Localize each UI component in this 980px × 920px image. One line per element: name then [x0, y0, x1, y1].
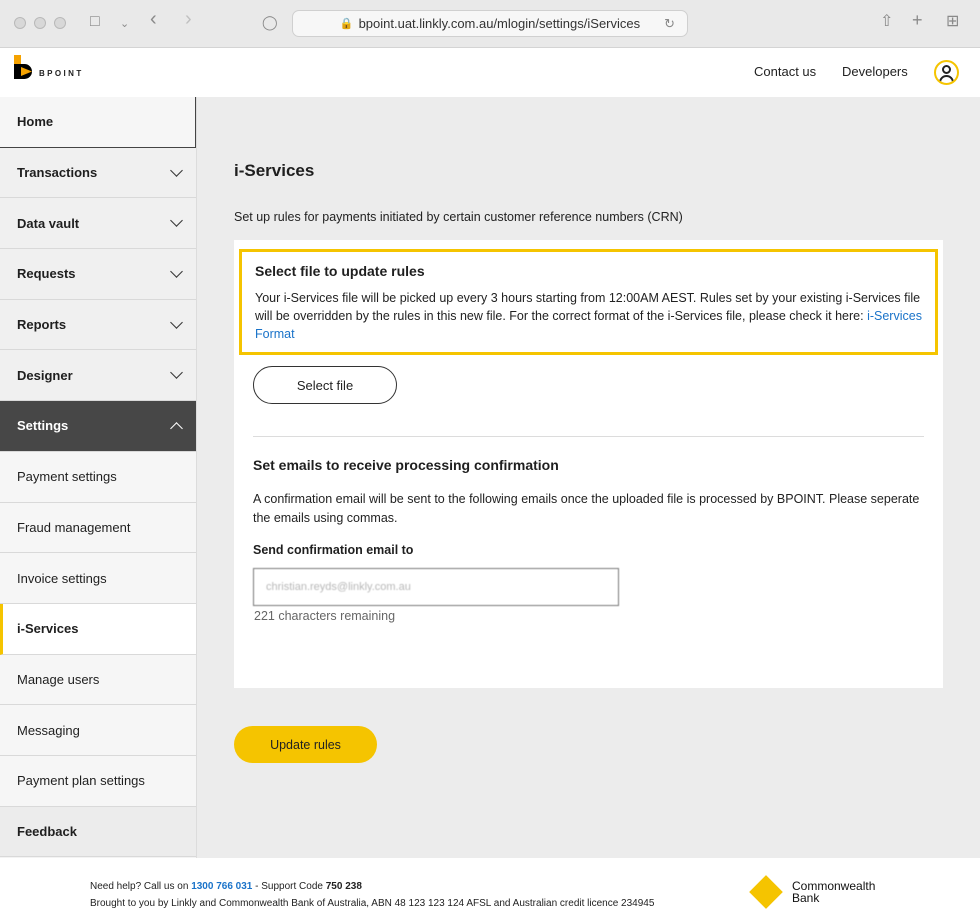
sidebar-nav: Home Transactions Data vault Requests Re…	[0, 97, 197, 858]
sidebar-item-label: Settings	[17, 418, 69, 434]
sidebar-item-settings[interactable]: Settings	[0, 401, 196, 452]
file-section-title: Select file to update rules	[255, 263, 425, 279]
bpoint-logo-mark	[14, 55, 36, 79]
browser-toolbar: □ ⌄ ‹ › ◯ 🔒 bpoint.uat.linkly.com.au/mlo…	[0, 0, 980, 48]
lock-icon: 🔒	[339, 18, 354, 30]
sidebar-item-requests[interactable]: Requests	[0, 249, 196, 300]
sidebar-item-label: Payment settings	[17, 469, 117, 485]
sidebar-item-label: Payment plan settings	[17, 773, 145, 789]
sidebar-item-label: Invoice settings	[17, 570, 107, 586]
sidebar-item-i-services[interactable]: i-Services	[0, 603, 196, 655]
chevron-down-icon	[170, 265, 183, 278]
sidebar-item-invoice-settings[interactable]: Invoice settings	[0, 553, 196, 604]
chevron-down-icon[interactable]: ⌄	[120, 14, 129, 34]
chevron-down-icon	[170, 366, 183, 380]
new-tab-icon[interactable]: +	[912, 10, 923, 30]
chevron-down-icon	[170, 315, 183, 329]
sidebar-item-transactions[interactable]: Transactions	[0, 147, 196, 199]
developers-link[interactable]: Developers	[842, 64, 908, 79]
sidebar-item-label: i-Services	[17, 621, 79, 637]
cba-diamond-icon	[749, 875, 783, 909]
characters-remaining: 221 characters remaining	[254, 609, 396, 623]
sidebar-item-label: Designer	[17, 367, 73, 383]
footer-legal: Brought to you by Linkly and Commonwealt…	[90, 898, 655, 909]
sidebar-item-label: Messaging	[17, 722, 80, 738]
minimize-window-button[interactable]	[34, 17, 46, 29]
sidebar-item-home[interactable]: Home	[0, 97, 196, 148]
site-footer: Need help? Call us on 1300 766 031 - Sup…	[0, 858, 980, 920]
address-bar[interactable]: 🔒 bpoint.uat.linkly.com.au/mlogin/settin…	[292, 10, 688, 37]
commonwealth-bank-logo: Commonwealth Bank	[749, 875, 875, 909]
footer-help-prefix: Need help? Call us on	[90, 881, 192, 892]
tab-overview-icon[interactable]: ⊞	[946, 12, 959, 32]
back-icon[interactable]: ‹	[150, 9, 157, 29]
close-window-button[interactable]	[14, 17, 26, 29]
page-intro: Set up rules for payments initiated by c…	[234, 210, 683, 224]
contact-us-link[interactable]: Contact us	[754, 64, 816, 79]
sidebar-item-payment-plan-settings[interactable]: Payment plan settings	[0, 755, 196, 807]
bpoint-logo[interactable]: BPOINT	[14, 55, 84, 79]
sidebar-item-label: Fraud management	[17, 519, 131, 535]
footer-help: Need help? Call us on 1300 766 031 - Sup…	[90, 881, 362, 892]
support-code: 750 238	[325, 881, 362, 892]
update-rules-button[interactable]: Update rules	[234, 726, 377, 763]
sidebar-item-label: Reports	[17, 317, 67, 333]
share-icon[interactable]: ⇧	[880, 12, 893, 32]
chevron-down-icon	[170, 163, 183, 177]
select-file-button[interactable]: Select file	[253, 366, 397, 404]
sidebar-item-payment-settings[interactable]: Payment settings	[0, 451, 196, 503]
page-title: i-Services	[234, 161, 315, 180]
support-phone-link[interactable]: 1300 766 031	[191, 881, 252, 892]
logo-text: BPOINT	[39, 69, 84, 78]
sidebar-item-label: Manage users	[17, 671, 100, 687]
forward-icon[interactable]: ›	[185, 9, 192, 29]
sidebar-item-messaging[interactable]: Messaging	[0, 705, 196, 756]
chevron-up-icon	[170, 422, 183, 435]
sidebar-item-reports[interactable]: Reports	[0, 299, 196, 351]
sidebar-item-feedback[interactable]: Feedback	[0, 806, 196, 858]
sidebar-item-designer[interactable]: Designer	[0, 350, 196, 402]
sidebar-item-label: Home	[17, 114, 54, 130]
file-section-description: Your i-Services file will be picked up e…	[255, 291, 921, 323]
email-section-title: Set emails to receive processing confirm…	[253, 457, 559, 473]
user-account-icon[interactable]	[934, 60, 959, 85]
email-field-label: Send confirmation email to	[253, 543, 414, 557]
email-section-text: A confirmation email will be sent to the…	[253, 492, 920, 525]
sidebar-item-label: Data vault	[17, 215, 80, 231]
site-header: BPOINT Contact us Developers	[0, 48, 980, 97]
cba-line2: Bank	[792, 891, 820, 905]
chevron-down-icon	[170, 214, 183, 228]
sidebar-toggle-icon[interactable]: □	[90, 12, 100, 32]
sidebar-item-label: Transactions	[17, 165, 98, 181]
zoom-window-button[interactable]	[54, 17, 66, 29]
file-section-text: Your i-Services file will be picked up e…	[255, 289, 922, 343]
footer-support-prefix: - Support Code	[252, 881, 326, 892]
section-divider	[253, 436, 924, 437]
url-text: bpoint.uat.linkly.com.au/mlogin/settings…	[358, 16, 641, 31]
cba-text: Commonwealth Bank	[792, 880, 875, 904]
sidebar-item-manage-users[interactable]: Manage users	[0, 654, 196, 706]
shield-icon[interactable]: ◯	[262, 12, 278, 32]
sidebar-item-label: Requests	[17, 266, 76, 282]
window-controls	[14, 17, 66, 29]
confirmation-email-field[interactable]	[253, 568, 619, 606]
sidebar-item-data-vault[interactable]: Data vault	[0, 198, 196, 250]
file-rules-section: Select file to update rules Your i-Servi…	[239, 249, 938, 355]
sidebar-item-label: Feedback	[17, 823, 77, 839]
reload-icon[interactable]: ↻	[664, 16, 675, 32]
sidebar-item-fraud-management[interactable]: Fraud management	[0, 502, 196, 554]
